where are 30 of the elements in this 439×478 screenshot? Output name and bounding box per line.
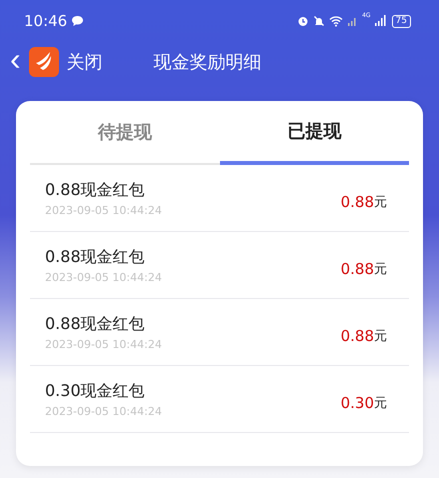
record-time: 2023-09-05 10:44:24 xyxy=(45,404,163,418)
currency-unit: 元 xyxy=(374,261,387,278)
chat-bubble-icon xyxy=(71,15,84,27)
page-title: 现金奖励明细 xyxy=(154,51,262,74)
signal-icon xyxy=(347,15,358,27)
record-time: 2023-09-05 10:44:24 xyxy=(45,270,163,284)
record-title: 0.88现金红包 xyxy=(45,246,146,268)
currency-unit: 元 xyxy=(374,395,387,412)
currency-unit: 元 xyxy=(374,328,387,345)
status-time: 10:46 xyxy=(24,12,68,30)
amount-text: 0.88 xyxy=(340,327,374,345)
record-title: 0.88现金红包 xyxy=(45,314,146,334)
alarm-icon xyxy=(297,15,310,27)
record-title: 0.88现金红包 xyxy=(45,180,146,200)
amount-text: 0.88 xyxy=(340,260,374,278)
amount-text: 0.30 xyxy=(340,394,374,412)
tab[interactable]: 已提现 xyxy=(220,101,409,165)
amount-text: 0.88 xyxy=(340,193,374,211)
currency-unit: 元 xyxy=(374,194,387,211)
bell-muted-icon xyxy=(313,15,326,27)
wifi-icon xyxy=(329,15,344,27)
battery-level: 75 xyxy=(392,14,411,28)
close-button[interactable]: 关闭 xyxy=(66,50,103,74)
app-logo-icon xyxy=(28,47,59,77)
signal-icon xyxy=(374,15,386,27)
back-button[interactable]: ‹ xyxy=(10,43,27,81)
record-title: 0.30现金红包 xyxy=(45,380,146,402)
record-time: 2023-09-05 10:44:24 xyxy=(45,204,163,216)
record-time: 2023-09-05 10:44:24 xyxy=(45,338,163,350)
tab[interactable]: 待提现 xyxy=(30,101,220,165)
